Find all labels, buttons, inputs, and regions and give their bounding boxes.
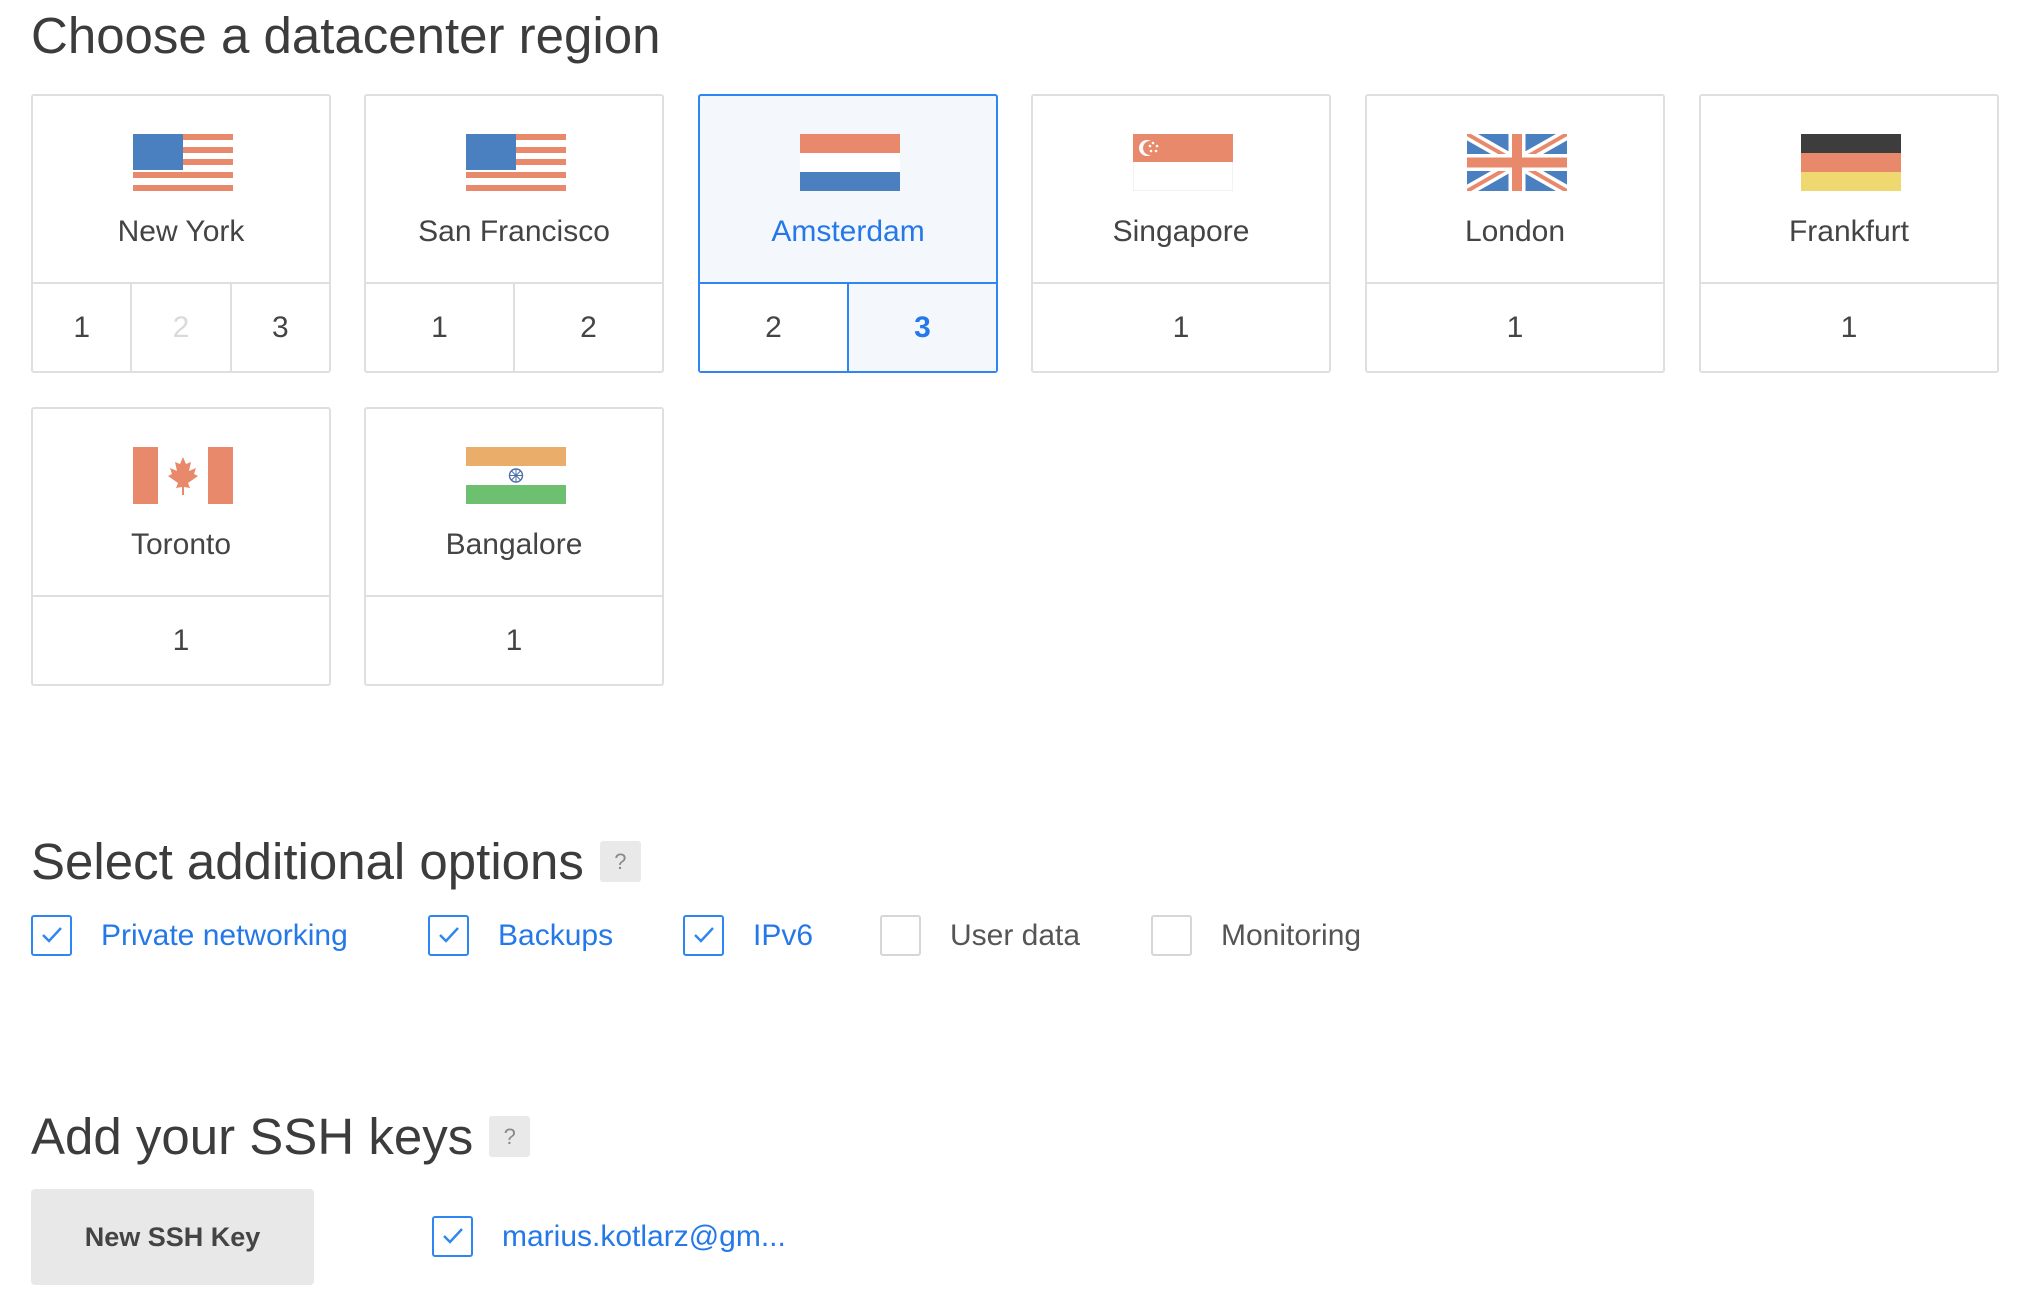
datacenter-number[interactable]: 1: [366, 284, 513, 371]
us-flag-icon: [133, 134, 233, 191]
ssh-key-label: marius.kotlarz@gm...: [502, 1219, 786, 1253]
new-ssh-key-button[interactable]: New SSH Key: [31, 1189, 314, 1285]
region-card-amsterdam[interactable]: Amsterdam 2 3: [698, 94, 998, 373]
ssh-key-item[interactable]: marius.kotlarz@gm...: [432, 1214, 786, 1259]
uk-flag-icon: [1467, 134, 1567, 191]
datacenter-number: 2: [130, 284, 229, 371]
checkmark-icon: [694, 927, 714, 943]
checkmark-icon: [42, 927, 62, 943]
option-monitoring[interactable]: Monitoring: [1151, 913, 1361, 958]
datacenter-number[interactable]: 1: [1367, 284, 1663, 371]
user-data-checkbox[interactable]: [880, 915, 921, 956]
ipv6-checkbox[interactable]: [683, 915, 724, 956]
option-label: Backups: [498, 918, 614, 952]
ssh-section-title: Add your SSH keys?: [31, 1108, 531, 1165]
option-backups[interactable]: Backups: [428, 913, 613, 958]
checkmark-icon: [443, 1228, 463, 1244]
region-card-bangalore[interactable]: Bangalore 1: [364, 407, 664, 686]
region-name: Bangalore: [445, 528, 583, 561]
region-name: Amsterdam: [771, 215, 925, 248]
germany-flag-icon: [1801, 134, 1901, 191]
datacenter-number[interactable]: 2: [513, 284, 662, 371]
option-user-data[interactable]: User data: [880, 913, 1080, 958]
option-private-networking[interactable]: Private networking: [31, 913, 348, 958]
region-name: Frankfurt: [1788, 215, 1910, 248]
region-card-new-york[interactable]: New York 1 2 3: [31, 94, 331, 373]
monitoring-checkbox[interactable]: [1151, 915, 1192, 956]
region-section-title: Choose a datacenter region: [31, 7, 661, 64]
option-ipv6[interactable]: IPv6: [683, 913, 813, 958]
region-card-frankfurt[interactable]: Frankfurt 1: [1699, 94, 1999, 373]
backups-checkbox[interactable]: [428, 915, 469, 956]
singapore-flag-icon: [1133, 134, 1233, 191]
ssh-help-icon[interactable]: ?: [489, 1116, 531, 1158]
private-networking-checkbox[interactable]: [31, 915, 72, 956]
datacenter-number[interactable]: 2: [700, 284, 847, 371]
region-card-san-francisco[interactable]: San Francisco 1 2: [364, 94, 664, 373]
ssh-key-checkbox[interactable]: [432, 1216, 473, 1257]
region-name: Singapore: [1112, 215, 1250, 248]
region-card-toronto[interactable]: Toronto 1: [31, 407, 331, 686]
us-flag-icon: [466, 134, 566, 191]
datacenter-number[interactable]: 1: [1033, 284, 1329, 371]
datacenter-number-selected[interactable]: 3: [847, 284, 996, 371]
datacenter-number[interactable]: 1: [33, 284, 130, 371]
option-label: Private networking: [101, 918, 348, 952]
region-name: San Francisco: [418, 215, 610, 248]
region-name: Toronto: [130, 528, 232, 561]
ssh-title-text: Add your SSH keys: [31, 1108, 474, 1165]
checkmark-icon: [439, 927, 459, 943]
datacenter-number[interactable]: 3: [229, 284, 329, 371]
region-name: London: [1464, 215, 1566, 248]
india-flag-icon: [466, 447, 566, 504]
datacenter-number[interactable]: 1: [33, 597, 329, 684]
options-help-icon[interactable]: ?: [599, 841, 641, 883]
option-label: Monitoring: [1221, 918, 1362, 952]
create-droplet-page: Choose a datacenter region New York 1 2: [0, 0, 2034, 1307]
region-card-london[interactable]: London 1: [1365, 94, 1665, 373]
datacenter-number[interactable]: 1: [366, 597, 662, 684]
options-title-text: Select additional options: [31, 833, 584, 890]
region-name: New York: [117, 215, 245, 248]
region-card-singapore[interactable]: Singapore 1: [1031, 94, 1331, 373]
option-label: User data: [950, 918, 1081, 952]
canada-flag-icon: [133, 447, 233, 504]
datacenter-number[interactable]: 1: [1701, 284, 1997, 371]
options-section-title: Select additional options?: [31, 836, 641, 887]
netherlands-flag-icon: [800, 134, 900, 191]
option-label: IPv6: [753, 918, 814, 952]
